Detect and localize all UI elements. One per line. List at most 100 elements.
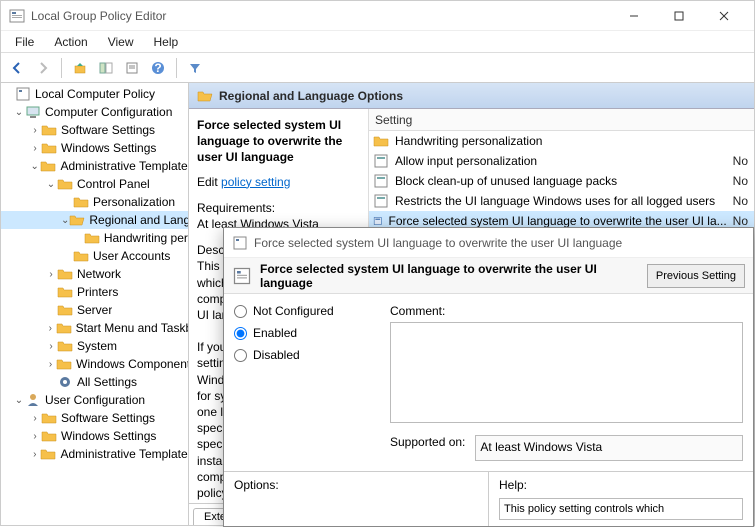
folder-icon [41, 122, 57, 138]
tree-printers[interactable]: Printers [1, 283, 188, 301]
tree-user-windows-settings[interactable]: ›Windows Settings [1, 427, 188, 445]
properties-button[interactable] [120, 56, 144, 80]
tree-start-menu[interactable]: ›Start Menu and Taskbar [1, 319, 188, 337]
tree-root[interactable]: Local Computer Policy [1, 85, 188, 103]
tree-user-admin-templates[interactable]: ›Administrative Templates [1, 445, 188, 463]
radio-not-configured[interactable]: Not Configured [234, 304, 374, 318]
dialog-policy-name: Force selected system UI language to ove… [260, 262, 639, 290]
settings-icon [57, 374, 73, 390]
policy-icon [232, 235, 248, 251]
folder-icon [40, 158, 56, 174]
tree-server[interactable]: Server [1, 301, 188, 319]
back-button[interactable] [5, 56, 29, 80]
folder-icon [56, 356, 72, 372]
dialog-header: Force selected system UI language to ove… [224, 258, 753, 294]
state-radio-group: Not Configured Enabled Disabled [234, 304, 374, 461]
folder-icon [373, 133, 389, 149]
dialog-titlebar[interactable]: Force selected system UI language to ove… [224, 228, 753, 258]
tree-computer-config[interactable]: ⌄Computer Configuration [1, 103, 188, 121]
policy-item-icon [373, 173, 389, 189]
list-item[interactable]: Handwriting personalization [369, 131, 754, 151]
pane-header: Regional and Language Options [189, 83, 754, 109]
folder-icon [41, 410, 57, 426]
list-item[interactable]: Block clean-up of unused language packsN… [369, 171, 754, 191]
tree-user-software-settings[interactable]: ›Software Settings [1, 409, 188, 427]
help-button[interactable]: ? [146, 56, 170, 80]
help-text: This policy setting controls which [499, 498, 743, 520]
policy-icon [15, 86, 31, 102]
help-section: Help: This policy setting controls which [488, 472, 753, 526]
pane-title: Regional and Language Options [219, 89, 403, 103]
user-icon [25, 392, 41, 408]
menu-action[interactable]: Action [44, 33, 97, 51]
app-icon [9, 8, 25, 24]
options-section: Options: [224, 472, 488, 526]
radio-enabled[interactable]: Enabled [234, 326, 374, 340]
tree-user-accounts[interactable]: User Accounts [1, 247, 188, 265]
edit-policy-link[interactable]: policy setting [221, 175, 290, 189]
folder-icon [57, 338, 73, 354]
show-hide-tree-button[interactable] [94, 56, 118, 80]
folder-icon [73, 248, 89, 264]
folder-icon [41, 140, 57, 156]
policy-item-icon [373, 193, 389, 209]
filter-button[interactable] [183, 56, 207, 80]
tree-user-config[interactable]: ⌄User Configuration [1, 391, 188, 409]
policy-icon [232, 266, 252, 286]
folder-icon [57, 284, 73, 300]
tree-admin-templates[interactable]: ⌄Administrative Templates [1, 157, 188, 175]
tree-all-settings[interactable]: All Settings [1, 373, 188, 391]
tree-windows-components[interactable]: ›Windows Components [1, 355, 188, 373]
svg-text:?: ? [154, 61, 161, 75]
tree-handwriting[interactable]: Handwriting personalization [1, 229, 188, 247]
help-label: Help: [499, 478, 527, 492]
tree-regional-lang[interactable]: ⌄Regional and Language Options [1, 211, 188, 229]
toolbar: ? [1, 53, 754, 83]
radio-disabled[interactable]: Disabled [234, 348, 374, 362]
folder-open-icon [197, 88, 213, 104]
menu-bar: File Action View Help [1, 31, 754, 53]
options-label: Options: [234, 478, 279, 492]
folder-icon [57, 302, 73, 318]
folder-icon [57, 266, 73, 282]
nav-tree[interactable]: Local Computer Policy ⌄Computer Configur… [1, 83, 189, 525]
policy-item-icon [373, 153, 389, 169]
menu-view[interactable]: View [98, 33, 144, 51]
edit-label: Edit [197, 175, 218, 189]
minimize-button[interactable] [611, 1, 656, 31]
dialog-title: Force selected system UI language to ove… [254, 236, 622, 250]
up-button[interactable] [68, 56, 92, 80]
folder-icon [84, 230, 100, 246]
folder-icon [40, 446, 56, 462]
supported-on-label: Supported on: [390, 435, 465, 449]
computer-icon [25, 104, 41, 120]
title-bar: Local Group Policy Editor [1, 1, 754, 31]
maximize-button[interactable] [656, 1, 701, 31]
folder-icon [56, 320, 72, 336]
menu-help[interactable]: Help [144, 33, 189, 51]
list-item[interactable]: Restricts the UI language Windows uses f… [369, 191, 754, 211]
list-item[interactable]: Allow input personalizationNo [369, 151, 754, 171]
tree-software-settings[interactable]: ›Software Settings [1, 121, 188, 139]
supported-on-value: At least Windows Vista [475, 435, 743, 461]
comment-label: Comment: [390, 304, 743, 318]
tree-network[interactable]: ›Network [1, 265, 188, 283]
close-button[interactable] [701, 1, 746, 31]
folder-icon [73, 194, 89, 210]
tree-control-panel[interactable]: ⌄Control Panel [1, 175, 188, 193]
column-header-setting[interactable]: Setting [369, 109, 754, 131]
policy-dialog: Force selected system UI language to ove… [223, 227, 754, 527]
comment-textarea[interactable] [390, 322, 743, 423]
tree-windows-settings[interactable]: ›Windows Settings [1, 139, 188, 157]
tree-personalization[interactable]: Personalization [1, 193, 188, 211]
forward-button[interactable] [31, 56, 55, 80]
requirements-label: Requirements: [197, 200, 360, 216]
folder-icon [57, 176, 73, 192]
selected-policy-title: Force selected system UI language to ove… [197, 117, 360, 166]
previous-setting-button[interactable]: Previous Setting [647, 264, 745, 288]
window-title: Local Group Policy Editor [31, 9, 611, 23]
menu-file[interactable]: File [5, 33, 44, 51]
folder-open-icon [69, 212, 85, 228]
dialog-lower: Options: Help: This policy setting contr… [224, 471, 753, 526]
tree-system[interactable]: ›System [1, 337, 188, 355]
